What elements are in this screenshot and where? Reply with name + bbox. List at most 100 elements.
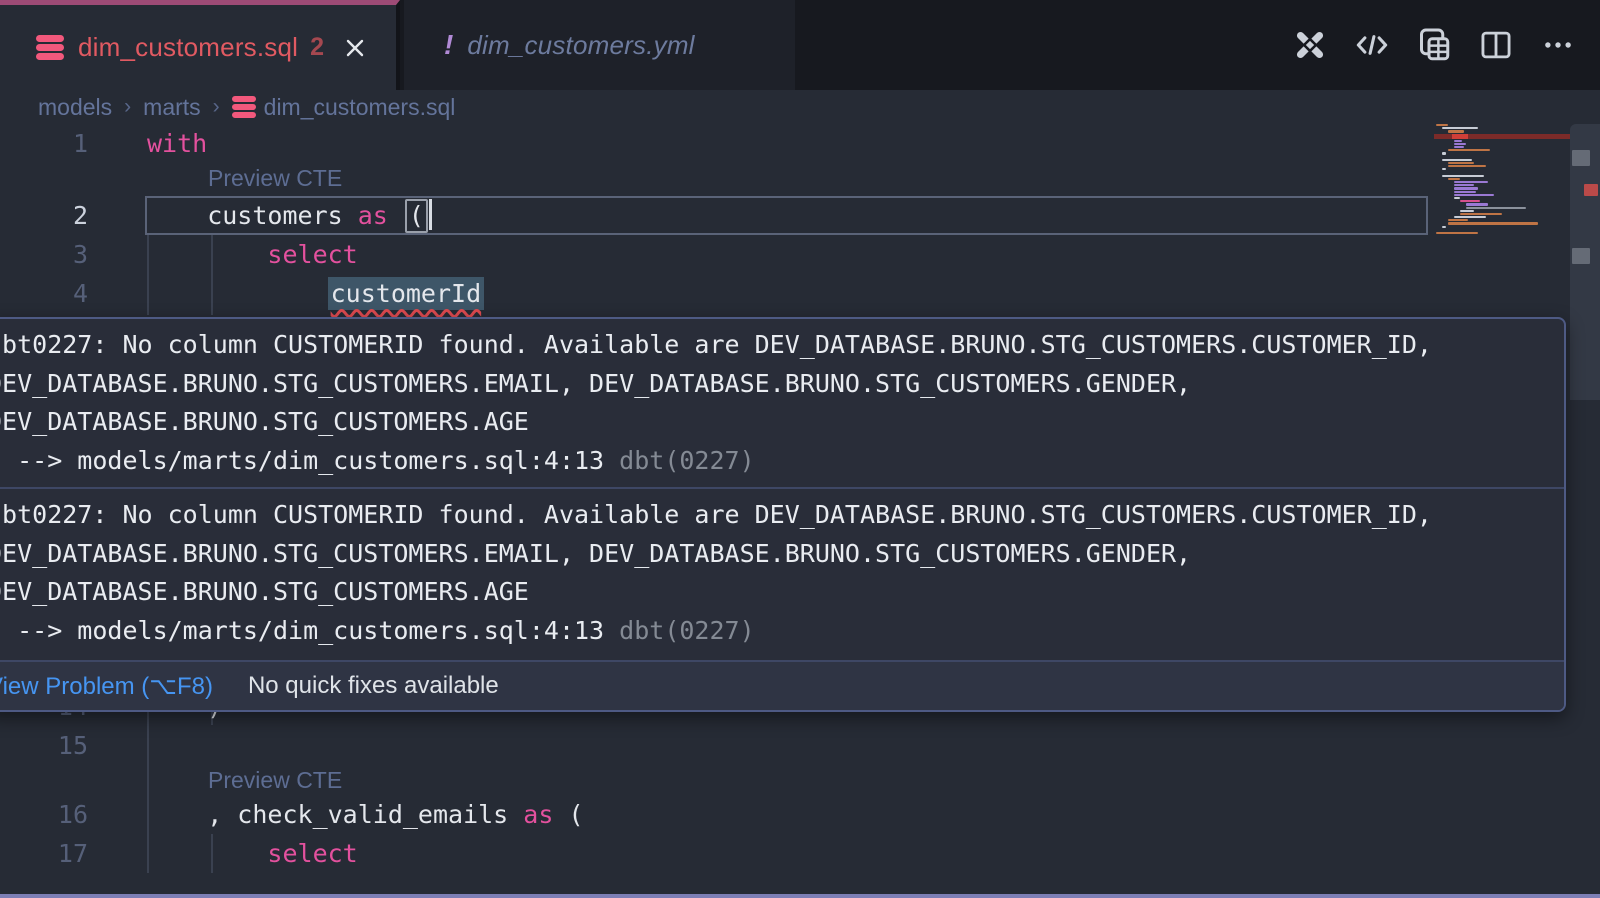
code-token xyxy=(147,839,267,868)
minimap-row xyxy=(1434,140,1570,142)
dbt-logo-icon[interactable] xyxy=(1290,25,1330,65)
database-icon xyxy=(232,96,256,118)
code-token: ( xyxy=(553,800,583,829)
code-icon[interactable] xyxy=(1352,25,1392,65)
vertical-scrollbar[interactable] xyxy=(1570,90,1600,898)
minimap-row xyxy=(1434,222,1570,224)
overview-ruler-error-mark xyxy=(1584,184,1598,196)
preview-results-table-icon[interactable] xyxy=(1414,25,1454,65)
line-number[interactable]: 2 xyxy=(0,196,88,235)
error-code: dbt(0227) xyxy=(604,446,755,475)
close-icon[interactable] xyxy=(340,33,370,63)
minimap-row xyxy=(1434,181,1570,183)
error-message-block: dbt0227: No column CUSTOMERID found. Ava… xyxy=(0,487,1564,657)
code-line: select xyxy=(147,834,358,873)
database-icon xyxy=(36,35,64,60)
code-row[interactable]: 3 select xyxy=(0,235,1600,274)
error-message-line: dbt0227: No column CUSTOMERID found. Ava… xyxy=(0,496,1564,535)
minimap-row xyxy=(1434,152,1570,154)
error-location-line: --> models/marts/dim_customers.sql:4:13 … xyxy=(0,442,1564,481)
tab-dim-customers-yml[interactable]: ! dim_customers.yml xyxy=(404,0,795,90)
overview-ruler-mark xyxy=(1572,248,1590,264)
tab-problem-badge: 2 xyxy=(310,33,324,62)
codelens-row[interactable]: Preview CTE xyxy=(0,765,1600,795)
minimap-row xyxy=(1434,184,1570,186)
window-bottom-edge xyxy=(0,894,1600,898)
minimap-row xyxy=(1434,175,1570,177)
minimap-row xyxy=(1434,168,1570,170)
line-number[interactable]: 1 xyxy=(0,124,88,163)
line-number[interactable]: 3 xyxy=(0,235,88,274)
minimap-row xyxy=(1434,159,1570,161)
code-line: customerId xyxy=(147,274,484,313)
code-row[interactable]: 16 , check_valid_emails as ( xyxy=(0,795,1600,834)
code-token: , check_valid_emails xyxy=(147,800,523,829)
code-token xyxy=(388,201,403,230)
code-line: customers as ( xyxy=(147,196,432,235)
chevron-right-icon: › xyxy=(124,95,131,119)
minimap-row xyxy=(1434,219,1570,221)
line-number[interactable]: 16 xyxy=(0,795,88,834)
error-message-block: dbt0227: No column CUSTOMERID found. Ava… xyxy=(0,319,1564,487)
chevron-right-icon: › xyxy=(213,95,220,119)
code-token: customers xyxy=(147,201,358,230)
breadcrumb-models[interactable]: models xyxy=(38,94,112,121)
code-row[interactable]: 1 with xyxy=(0,124,1600,163)
minimap-row xyxy=(1434,229,1570,231)
breadcrumb-marts[interactable]: marts xyxy=(143,94,201,121)
code-token: as xyxy=(523,800,553,829)
minimap-row xyxy=(1434,197,1570,199)
code-row[interactable]: 17 select xyxy=(0,834,1600,873)
tab-label: dim_customers.sql xyxy=(78,32,298,63)
code-line: with xyxy=(147,124,207,163)
minimap-row xyxy=(1434,213,1570,215)
error-message-line: dbt0227: No column CUSTOMERID found. Ava… xyxy=(0,326,1564,365)
minimap-row xyxy=(1434,187,1570,189)
minimap-row xyxy=(1434,200,1570,202)
error-hover-popup: dbt0227: No column CUSTOMERID found. Ava… xyxy=(0,317,1566,712)
error-message-line: DEV_DATABASE.BRUNO.STG_CUSTOMERS.AGE xyxy=(0,403,1564,442)
overview-ruler-mark xyxy=(1572,150,1590,166)
warning-icon: ! xyxy=(444,29,453,61)
minimap-row xyxy=(1434,171,1570,173)
code-row[interactable]: 15 xyxy=(0,726,1600,765)
editor-actions xyxy=(1290,18,1578,72)
tab-dim-customers-sql[interactable]: dim_customers.sql 2 xyxy=(0,0,400,90)
minimap-row xyxy=(1434,216,1570,218)
minimap-row xyxy=(1434,130,1570,132)
minimap[interactable] xyxy=(1434,124,1570,244)
codelens-preview-cte[interactable]: Preview CTE xyxy=(208,765,342,795)
error-message-line: DEV_DATABASE.BRUNO.STG_CUSTOMERS.AGE xyxy=(0,573,1564,612)
minimap-row xyxy=(1434,162,1570,164)
minimap-row xyxy=(1434,178,1570,180)
breadcrumb-file[interactable]: dim_customers.sql xyxy=(264,94,456,121)
error-token: customerId xyxy=(328,277,485,310)
more-actions-icon[interactable] xyxy=(1538,25,1578,65)
code-token: with xyxy=(147,129,207,158)
line-number[interactable]: 4 xyxy=(0,274,88,313)
line-number[interactable]: 15 xyxy=(0,726,88,765)
minimap-row xyxy=(1434,146,1570,148)
minimap-row xyxy=(1434,232,1570,234)
minimap-row xyxy=(1434,127,1570,129)
minimap-row xyxy=(1434,165,1570,167)
minimap-row xyxy=(1434,149,1570,151)
code-row[interactable]: 2 customers as ( xyxy=(0,196,1600,235)
view-problem-link[interactable]: View Problem (⌥F8) xyxy=(0,672,213,701)
text-cursor xyxy=(429,199,432,230)
tab-label: dim_customers.yml xyxy=(467,30,694,61)
minimap-row xyxy=(1434,194,1570,196)
codelens-row[interactable]: Preview CTE xyxy=(0,163,1600,196)
split-editor-icon[interactable] xyxy=(1476,25,1516,65)
line-number[interactable]: 17 xyxy=(0,834,88,873)
code-row[interactable]: 4 customerId xyxy=(0,274,1600,313)
error-code: dbt(0227) xyxy=(604,616,755,645)
no-quick-fixes-label: No quick fixes available xyxy=(248,672,499,700)
code-line: , check_valid_emails as ( xyxy=(147,795,584,834)
minimap-row xyxy=(1434,203,1570,205)
minimap-row xyxy=(1434,207,1570,209)
code-token: select xyxy=(267,240,357,269)
code-token xyxy=(147,240,267,269)
codelens-preview-cte[interactable]: Preview CTE xyxy=(208,163,342,193)
code-token: as xyxy=(358,201,388,230)
